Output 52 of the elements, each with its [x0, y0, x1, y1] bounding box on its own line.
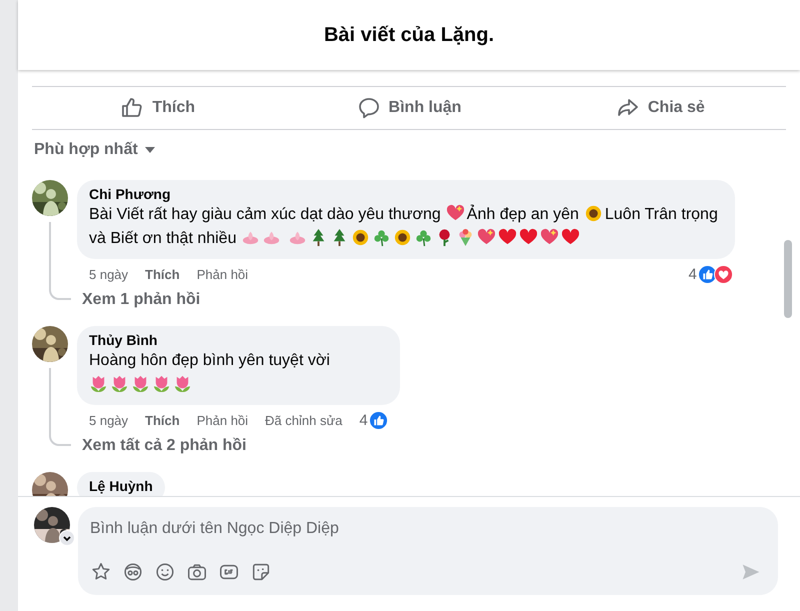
tulip-icon — [152, 374, 171, 393]
comment-text: Bài Viết rất hay giàu cảm xúc dạt dào yêu thương — [89, 206, 441, 223]
reply-link[interactable]: Phản hồi — [196, 412, 248, 429]
tulip-icon — [89, 374, 108, 393]
view-replies-link[interactable]: Xem 1 phản hồi — [82, 290, 200, 310]
author-name[interactable]: Chi Phương — [89, 186, 723, 203]
tulip-icon — [173, 374, 192, 393]
like-link[interactable]: Thích — [145, 412, 180, 429]
thumbs-up-icon — [120, 96, 144, 120]
tulip-icon — [131, 374, 150, 393]
tulip-icon — [110, 374, 129, 393]
chevron-icon[interactable] — [59, 530, 75, 546]
reaction-count[interactable]: 4 — [688, 266, 697, 283]
comment-button[interactable]: Bình luận — [283, 87, 535, 129]
author-name[interactable]: Thủy Bình — [89, 332, 388, 349]
comment-text: Ảnh đẹp an yên — [466, 206, 579, 223]
sunflower-icon — [392, 228, 412, 247]
comment-time[interactable]: 5 ngày — [89, 412, 128, 429]
heart-icon — [498, 228, 517, 247]
heart-icon — [518, 228, 538, 247]
view-replies-link[interactable]: Xem tất cả 2 phản hồi — [82, 436, 246, 456]
like-reaction-icon — [698, 265, 717, 284]
sort-dropdown[interactable]: Phù hợp nhất — [34, 138, 156, 162]
author-name[interactable]: Lệ Huỳnh — [89, 478, 153, 495]
comment-field[interactable]: Bình luận dưới tên Ngọc Diệp Diệp — [78, 507, 778, 595]
caret-icon — [144, 146, 156, 154]
clover-icon — [372, 228, 391, 247]
comment-text: Hoàng hôn đẹp bình yên tuyệt vời — [89, 352, 330, 369]
avatar-face-icon[interactable] — [122, 561, 144, 583]
heart-icon — [540, 228, 559, 247]
heart-icon — [476, 228, 496, 247]
sunflower-icon — [350, 228, 370, 247]
love-reaction-icon — [714, 265, 733, 284]
heart-icon — [560, 228, 580, 247]
like-button[interactable]: Thích — [32, 87, 284, 129]
comment-text: và Biết ơn thật nhiều — [89, 230, 236, 247]
comment-text: Luôn Trân trọng — [604, 206, 718, 223]
like-link[interactable]: Thích — [145, 266, 180, 283]
post-title: Bài viết của Lặng. — [324, 23, 494, 48]
sticker-icon[interactable] — [250, 561, 272, 583]
reaction-count[interactable]: 4 — [359, 412, 368, 429]
sunflower-icon — [584, 204, 603, 223]
heart-icon — [446, 204, 465, 223]
scrollbar-thumb[interactable] — [784, 240, 792, 318]
like-reaction-icon — [368, 411, 388, 430]
clover-icon — [414, 228, 433, 247]
share-button[interactable]: Chia sẻ — [534, 87, 786, 129]
reply-link[interactable]: Phản hồi — [196, 266, 248, 283]
comment-time[interactable]: 5 ngày — [89, 266, 128, 283]
speech-bubble-icon — [356, 96, 381, 120]
edited-label: Đã chỉnh sửa — [265, 412, 342, 429]
emoji-icon[interactable] — [154, 561, 176, 583]
